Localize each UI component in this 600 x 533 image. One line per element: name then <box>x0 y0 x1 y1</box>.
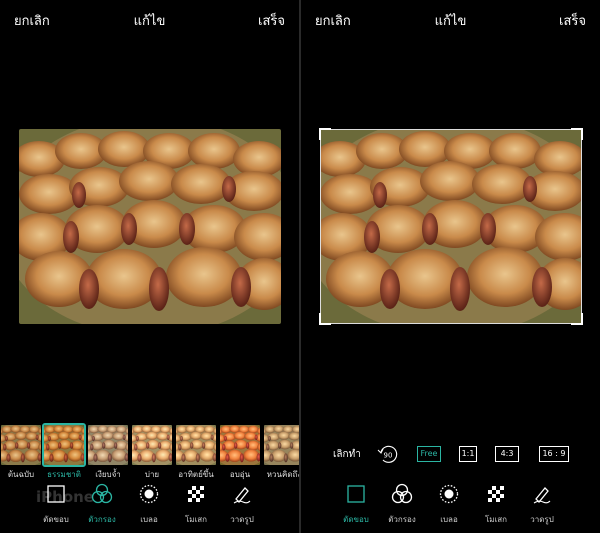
blur-icon <box>439 484 459 504</box>
crop-icon <box>47 485 65 503</box>
tool-label: ตัดขอบ <box>43 515 69 524</box>
filter-label: อบอุ่น <box>229 470 251 479</box>
tool-label: โมเสก <box>484 515 508 524</box>
mosaic-icon <box>188 486 204 502</box>
filter-item[interactable]: อบอุ่น <box>220 425 260 481</box>
filter-editor-panel: ยกเลิก แก้ไข เสร็จ ต้นฉบับ ธรรมชาติ เงีย… <box>0 0 299 533</box>
ratio-free-button[interactable]: Free <box>417 446 441 462</box>
rotate-button[interactable]: 90 <box>377 444 399 464</box>
filter-item[interactable]: บ่าย <box>132 425 172 481</box>
ratio-1-1-button[interactable]: 1:1 <box>459 446 477 462</box>
photo-preview <box>19 129 281 324</box>
filter-item[interactable]: ต้นฉบับ <box>1 425 41 481</box>
draw-icon <box>233 487 251 504</box>
tool-label: เบลอ <box>140 515 158 524</box>
filter-item[interactable]: เงียบจ้ำ <box>88 425 128 481</box>
tool-mosaic[interactable]: โมเสก <box>473 483 519 526</box>
filter-icon <box>391 483 413 504</box>
filter-strip[interactable]: ต้นฉบับ ธรรมชาติ เงียบจ้ำ บ่าย อาทิตย์ขึ… <box>0 423 299 483</box>
tool-label: ตัวกรอง <box>88 515 116 524</box>
draw-icon <box>533 487 551 504</box>
filter-thumbnail <box>1 425 41 465</box>
ratio-16-9-button[interactable]: 16 : 9 <box>539 446 569 462</box>
photo-preview <box>320 129 582 324</box>
tool-mosaic[interactable]: โมเสก <box>173 483 219 526</box>
tool-blur[interactable]: เบลอ <box>126 483 172 526</box>
tool-draw[interactable]: วาดรูป <box>519 483 565 526</box>
rotate-icon: 90 <box>377 445 398 463</box>
tool-label: ตัดขอบ <box>343 515 369 524</box>
filter-thumbnail <box>132 425 172 465</box>
tool-label: โมเสก <box>184 515 208 524</box>
page-title: แก้ไข <box>434 14 467 29</box>
crop-options-bar: เลิกทำ 90 Free 1:1 4:3 16 : 9 <box>301 444 600 464</box>
tool-filter[interactable]: ตัวกรอง <box>379 483 425 526</box>
tool-crop[interactable]: ตัดขอบ <box>33 483 79 526</box>
filter-item[interactable]: อาทิตย์ขึ้น <box>176 425 216 481</box>
page-title: แก้ไข <box>133 14 166 29</box>
header-bar: ยกเลิก แก้ไข เสร็จ <box>301 0 600 36</box>
filter-label: ธรรมชาติ <box>47 470 81 479</box>
filter-label: บ่าย <box>144 470 160 479</box>
filter-label: ต้นฉบับ <box>7 470 35 479</box>
rotate-label: 90 <box>384 452 393 460</box>
filter-thumbnail <box>220 425 260 465</box>
tool-label: วาดรูป <box>530 515 554 524</box>
tool-label: เบลอ <box>440 515 458 524</box>
crop-icon <box>347 485 365 503</box>
filter-icon <box>91 483 113 504</box>
tool-label: วาดรูป <box>230 515 254 524</box>
edit-toolbar: ตัดขอบ ตัวกรอง เบลอ โมเสก วาดรูป <box>0 483 299 533</box>
filter-thumbnail <box>264 425 299 465</box>
filter-item-selected[interactable]: ธรรมชาติ <box>42 423 86 481</box>
done-button[interactable]: เสร็จ <box>258 10 285 31</box>
tool-filter[interactable]: ตัวกรอง <box>79 483 125 526</box>
filter-label: หวนคิดถึง <box>266 470 299 479</box>
header-bar: ยกเลิก แก้ไข เสร็จ <box>0 0 299 36</box>
filter-label: เงียบจ้ำ <box>95 470 121 479</box>
undo-button[interactable]: เลิกทำ <box>333 447 361 462</box>
filter-label: อาทิตย์ขึ้น <box>178 470 214 479</box>
filter-thumbnail <box>176 425 216 465</box>
tool-label: ตัวกรอง <box>388 515 416 524</box>
crop-editor-panel: ยกเลิก แก้ไข เสร็จ เลิกทำ 90 Free 1:1 4:… <box>301 0 600 533</box>
filter-item[interactable]: หวนคิดถึง <box>264 425 299 481</box>
tool-blur[interactable]: เบลอ <box>426 483 472 526</box>
tool-draw[interactable]: วาดรูป <box>219 483 265 526</box>
mosaic-icon <box>488 486 504 502</box>
filter-thumbnail <box>88 425 128 465</box>
filter-thumbnail <box>42 423 86 467</box>
blur-icon <box>139 484 159 504</box>
ratio-4-3-button[interactable]: 4:3 <box>495 446 519 462</box>
edit-toolbar: ตัดขอบ ตัวกรอง เบลอ โมเสก วาดรูป <box>301 483 600 533</box>
tool-crop[interactable]: ตัดขอบ <box>333 483 379 526</box>
done-button[interactable]: เสร็จ <box>559 10 586 31</box>
